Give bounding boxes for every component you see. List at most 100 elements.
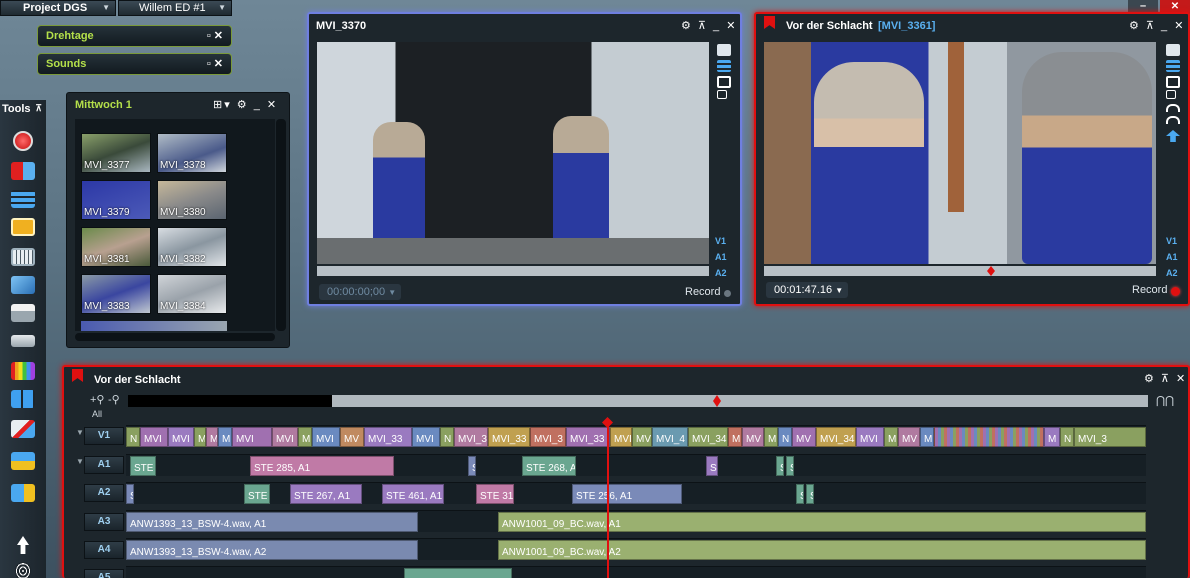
timeline-clip[interactable]: ANW1001_09_BC.wav, A2: [498, 540, 1146, 560]
source-timecode[interactable]: 00:00:00;00 ▼: [319, 284, 401, 300]
timeline-clip[interactable]: M: [884, 427, 898, 447]
track-header-a5[interactable]: A5: [84, 569, 124, 578]
timeline-clip[interactable]: MVI: [140, 427, 168, 447]
calculator-tool-button[interactable]: [0, 384, 46, 414]
record-tool-button[interactable]: [0, 126, 46, 156]
audio-mixer-tool-button[interactable]: [0, 356, 46, 386]
timeline-clip[interactable]: M: [764, 427, 778, 447]
bin-thumbnail[interactable]: MVI_3383: [81, 274, 151, 314]
timeline-clip[interactable]: MVI: [610, 427, 632, 447]
source-track-v1[interactable]: V1: [715, 236, 726, 246]
overlay-icon[interactable]: [1166, 90, 1176, 99]
export-tool-button[interactable]: [0, 446, 46, 476]
bin-thumbnail[interactable]: MVI_3381: [81, 227, 151, 267]
timeline-clip[interactable]: MVI_33: [566, 427, 610, 447]
track-lane-a1[interactable]: STE STE 285, A1 S STE 268, A S S S: [126, 454, 1146, 476]
track-header-a1[interactable]: A1: [84, 456, 124, 474]
v1-expand-icon[interactable]: ▼: [76, 428, 84, 437]
track-lane-a5[interactable]: [126, 566, 1146, 578]
timeline-clip[interactable]: MVI: [232, 427, 272, 447]
timeline-clip[interactable]: M: [218, 427, 232, 447]
sounds-panel[interactable]: Sounds ▫ ✕: [37, 53, 232, 75]
bin-thumbnail[interactable]: MVI_3378: [157, 133, 227, 173]
timeline-clip[interactable]: MVI_4: [652, 427, 688, 447]
track-header-v1[interactable]: V1: [84, 427, 124, 445]
timeline-clip[interactable]: MVI_3: [1074, 427, 1146, 447]
frame-icon[interactable]: [717, 76, 731, 88]
folder-icon[interactable]: [1166, 44, 1180, 56]
timeline-clip[interactable]: N: [1060, 427, 1074, 447]
user-dropdown[interactable]: Willem ED #1 ▼: [118, 0, 232, 16]
source-record-icon[interactable]: [724, 290, 731, 297]
source-scrubber[interactable]: [317, 266, 709, 276]
timeline-clip[interactable]: ANW1001_09_BC.wav, A1: [498, 512, 1146, 532]
timeline-clip[interactable]: MVI: [272, 427, 298, 447]
import-tool-button[interactable]: [0, 156, 46, 186]
timeline-clip[interactable]: MVI_33: [364, 427, 412, 447]
loop-icon[interactable]: [1166, 116, 1180, 124]
program-track-v1[interactable]: V1: [1166, 236, 1177, 246]
printer-tool-button[interactable]: [0, 298, 46, 328]
track-header-a3[interactable]: A3: [84, 513, 124, 531]
program-track-a2[interactable]: A2: [1166, 268, 1178, 278]
timeline-clip[interactable]: MVI_34: [688, 427, 728, 447]
bin-thumbnail[interactable]: MVI_3384: [157, 274, 227, 314]
timeline-clip[interactable]: MVI_33: [488, 427, 530, 447]
timeline-clip[interactable]: S: [806, 484, 814, 504]
source-track-a2[interactable]: A2: [715, 268, 727, 278]
timeline-clip[interactable]: M: [206, 427, 218, 447]
timeline-clip[interactable]: MV: [632, 427, 652, 447]
bin-thumbnail[interactable]: MVI_3379: [81, 180, 151, 220]
fingerprint-tool-button[interactable]: [0, 556, 46, 578]
timeline-clip[interactable]: MV: [340, 427, 364, 447]
timeline-clip[interactable]: M: [728, 427, 742, 447]
timeline-clip[interactable]: MVI_34: [816, 427, 856, 447]
timeline-clip[interactable]: S: [776, 456, 784, 476]
track-header-a2[interactable]: A2: [84, 484, 124, 502]
storyboard-tool-button[interactable]: [0, 184, 46, 214]
program-track-a1[interactable]: A1: [1166, 252, 1178, 262]
track-header-a4[interactable]: A4: [84, 541, 124, 559]
timeline-clip[interactable]: N: [126, 427, 140, 447]
timeline-clip[interactable]: S: [706, 456, 718, 476]
list-icon[interactable]: [717, 60, 731, 72]
timeline-clip[interactable]: S: [468, 456, 476, 476]
timeline-clip[interactable]: MV: [898, 427, 920, 447]
loop-toggle-icon[interactable]: ⋂⋂: [1156, 394, 1174, 407]
timeline-clip[interactable]: STE 268, A: [522, 456, 576, 476]
source-track-a1[interactable]: A1: [715, 252, 727, 262]
program-timecode[interactable]: 00:01:47.16 ▼: [766, 282, 848, 298]
zoom-out-button[interactable]: -⚲: [108, 393, 120, 406]
timeline-clip[interactable]: S: [126, 484, 134, 504]
keyboard-tool-button[interactable]: [0, 242, 46, 272]
timeline-clip[interactable]: MV: [742, 427, 764, 447]
timeline-clip[interactable]: MVI: [168, 427, 194, 447]
track-lane-a3[interactable]: ANW1393_13_BSW-4.wav, A1 ANW1001_09_BC.w…: [126, 510, 1146, 532]
timeline-clip[interactable]: MVI: [856, 427, 884, 447]
track-lane-a4[interactable]: ANW1393_13_BSW-4.wav, A2 ANW1001_09_BC.w…: [126, 538, 1146, 560]
track-lane-v1[interactable]: N MVI MVI M M M MVI MVI M MVI MV MVI_33 …: [126, 425, 1146, 447]
bin-horizontal-scrollbar[interactable]: [75, 333, 275, 341]
timeline-ruler[interactable]: [128, 395, 1148, 407]
track-lane-a2[interactable]: S STE STE 267, A1 STE 461, A1 STE 31 STE…: [126, 482, 1146, 504]
timeline-clip[interactable]: M: [1044, 427, 1060, 447]
timeline-clip[interactable]: S: [796, 484, 804, 504]
panel-controls-icon[interactable]: ▫ ✕: [207, 26, 223, 46]
timeline-clip[interactable]: MVI_3: [454, 427, 488, 447]
timeline-clip[interactable]: MVI: [412, 427, 440, 447]
timeline-clip[interactable]: M: [194, 427, 206, 447]
bin-thumbnail[interactable]: MVI_3380: [157, 180, 227, 220]
bin-window-controls[interactable]: ⊞▾ ⚙ _ ✕: [213, 98, 278, 111]
timeline-window-controls[interactable]: ⚙ ⊼ ✕: [1144, 372, 1187, 385]
timeline-clip[interactable]: STE: [130, 456, 156, 476]
loop-icon[interactable]: [1166, 104, 1180, 112]
timeline-clip[interactable]: ANW1393_13_BSW-4.wav, A1: [126, 512, 418, 532]
drive-tool-button[interactable]: [0, 326, 46, 356]
timeline-clip[interactable]: M: [920, 427, 934, 447]
browser-tool-button[interactable]: [0, 212, 46, 242]
timeline-clip[interactable]: N: [778, 427, 792, 447]
project-dropdown[interactable]: Project DGS ▼: [0, 0, 116, 16]
panel-controls-icon[interactable]: ▫ ✕: [207, 54, 223, 74]
cut-tool-button[interactable]: [0, 414, 46, 444]
bin-thumbnail[interactable]: MVI_3382: [157, 227, 227, 267]
